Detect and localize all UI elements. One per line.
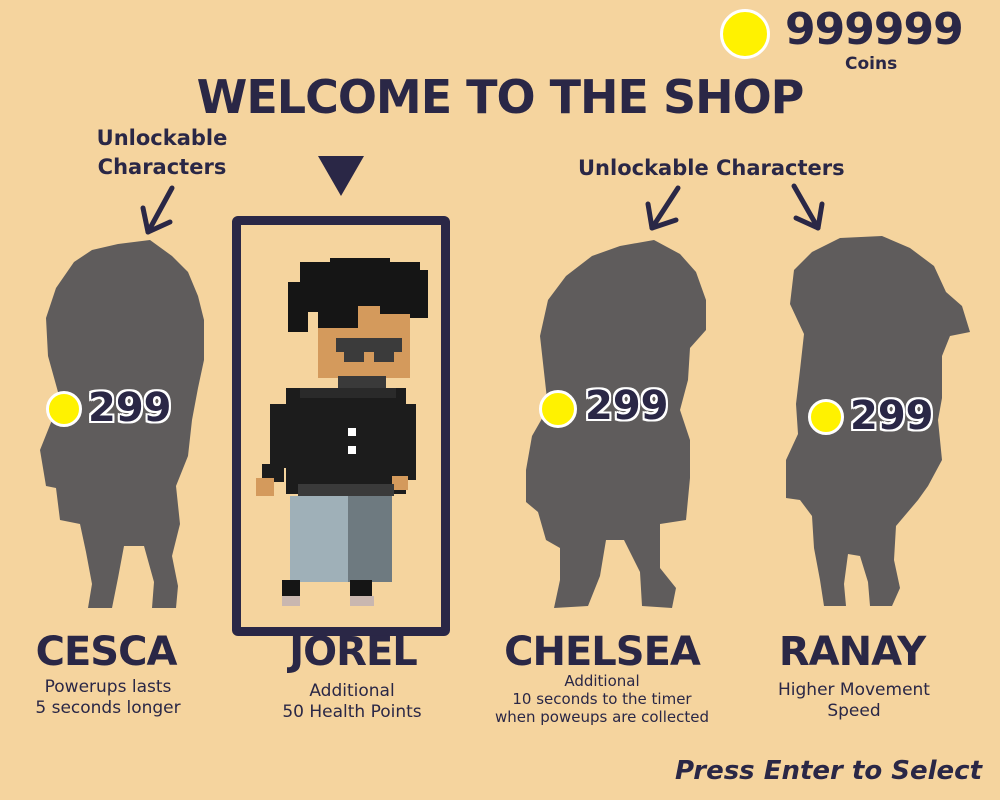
ranay-description: Higher Movement Speed [778,680,930,721]
coin-icon [46,391,82,427]
jorel-description: Additional 50 Health Points [282,681,422,722]
selected-character-frame[interactable] [232,216,450,636]
chelsea-name[interactable]: CHELSEA [480,630,724,674]
jorel-name[interactable]: JOREL [262,630,444,674]
chelsea-description: Additional 10 seconds to the timer when … [495,672,709,726]
coin-icon [808,399,844,435]
cesca-description: Powerups lasts 5 seconds longer [35,677,181,718]
cesca-name[interactable]: CESCA [20,630,192,674]
coin-icon [539,390,577,428]
ranay-name[interactable]: RANAY [752,630,952,674]
arrow-down-icon [645,185,681,231]
chelsea-price: 299 [585,383,669,429]
cesca-price: 299 [88,385,172,431]
selection-triangle-icon [318,156,364,196]
arrow-down-icon [791,183,825,231]
arrow-down-icon [140,185,175,235]
ranay-price: 299 [850,393,934,439]
press-enter-hint: Press Enter to Select [674,756,982,786]
